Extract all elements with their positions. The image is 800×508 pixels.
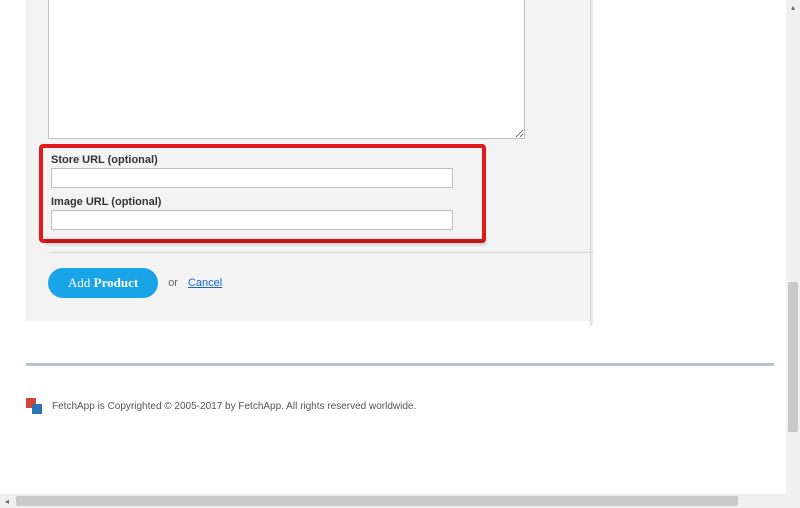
panel-resize-edge [590,0,593,326]
v-scroll-track[interactable] [786,14,800,494]
store-url-input[interactable] [51,168,453,188]
footer-divider [26,363,774,366]
scroll-corner [786,494,800,508]
v-scroll-thumb[interactable] [788,282,798,432]
vertical-scrollbar[interactable]: ▴ [786,0,800,494]
btn-text-bold: Product [94,275,139,290]
description-textarea[interactable] [48,0,525,139]
h-scroll-thumb[interactable] [16,496,738,506]
copyright-text: FetchApp is Copyrighted © 2005-2017 by F… [52,401,416,412]
cancel-link[interactable]: Cancel [188,277,222,289]
image-url-input[interactable] [51,210,453,230]
add-product-button[interactable]: Add Product [48,268,158,298]
form-panel: Store URL (optional) Image URL (optional… [26,0,590,321]
divider [49,252,594,253]
btn-text-plain: Add [68,275,94,290]
scroll-left-arrow-icon[interactable]: ◂ [0,494,14,508]
fetchapp-logo-icon [26,398,44,414]
image-url-label: Image URL (optional) [51,196,474,208]
scroll-up-arrow-icon[interactable]: ▴ [786,0,800,14]
store-url-label: Store URL (optional) [51,154,474,166]
url-fields-highlight: Store URL (optional) Image URL (optional… [39,144,486,243]
or-text: or [168,277,178,289]
horizontal-scrollbar[interactable]: ◂ ▸ [0,494,800,508]
